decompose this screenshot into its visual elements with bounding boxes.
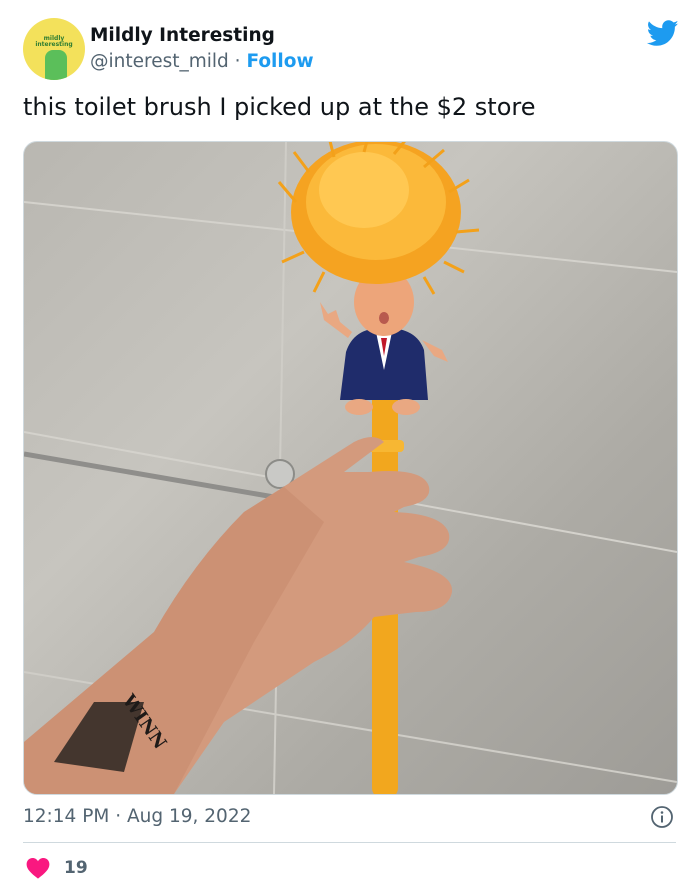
tweet-date: Aug 19, 2022 <box>126 806 252 827</box>
like-count: 19 <box>64 858 88 878</box>
photo-scene: WINN <box>24 142 677 794</box>
author-handle[interactable]: @interest_mild <box>90 51 229 72</box>
towel-rail <box>24 451 275 500</box>
brush-bristles <box>277 142 480 295</box>
avatar[interactable]: mildly interesting <box>23 18 85 80</box>
tweet-time: 12:14 PM <box>23 806 110 827</box>
avatar-figure <box>45 50 67 80</box>
figure-hand <box>320 302 352 338</box>
figure-foot <box>392 399 420 415</box>
handle-row: @interest_mild · Follow <box>90 51 314 72</box>
twitter-bird-icon[interactable] <box>647 20 679 47</box>
info-icon[interactable] <box>650 805 674 829</box>
timestamp[interactable]: 12:14 PM · Aug 19, 2022 <box>23 806 251 827</box>
tweet-photo[interactable]: WINN <box>23 141 678 795</box>
follow-button[interactable]: Follow <box>246 51 313 72</box>
author-name[interactable]: Mildly Interesting <box>90 25 275 46</box>
separator-dot: · <box>234 51 241 72</box>
divider <box>23 842 676 843</box>
tweet-text: this toilet brush I picked up at the $2 … <box>23 93 536 121</box>
figure-foot <box>345 399 373 415</box>
figure-hand <box>422 340 448 362</box>
figure-mouth <box>379 312 389 324</box>
meta-separator: · <box>115 806 122 827</box>
avatar-logo-text: mildly interesting <box>35 35 73 48</box>
tweet-header: mildly interesting Mildly Interesting @i… <box>23 16 679 82</box>
heart-icon[interactable] <box>26 856 50 880</box>
